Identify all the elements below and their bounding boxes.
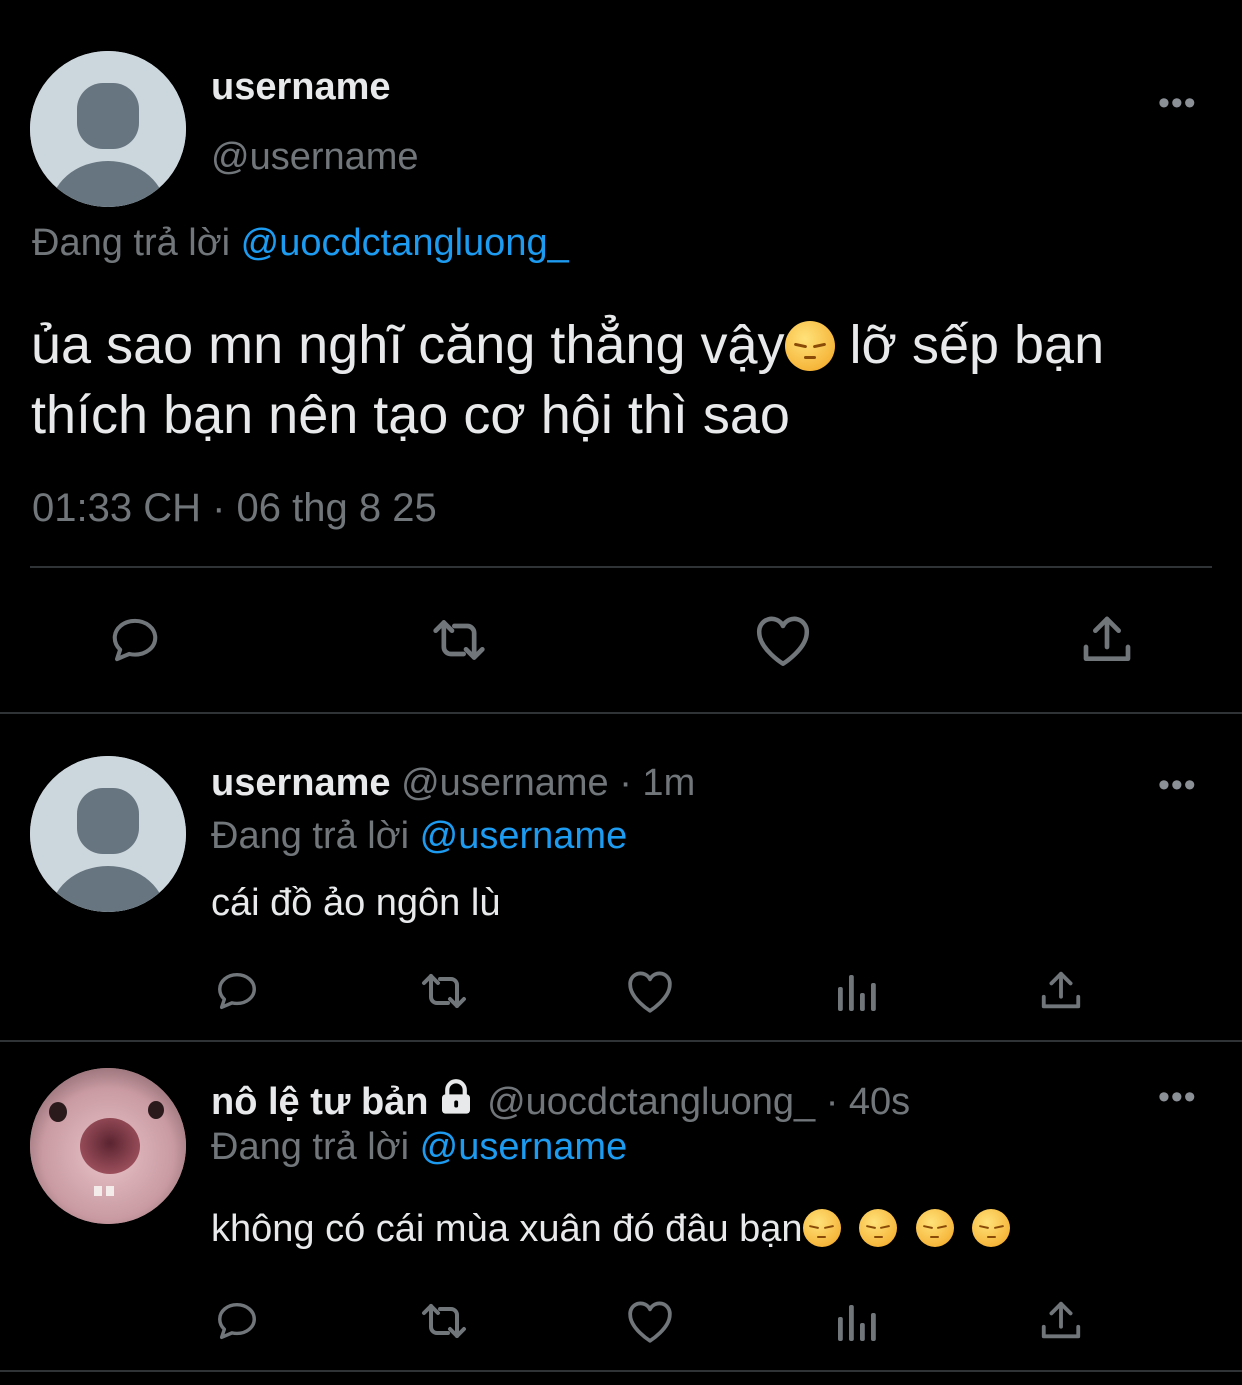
handle-time[interactable]: @uocdctangluong_ · 40s	[487, 1081, 910, 1123]
reply-icon[interactable]	[210, 964, 264, 1018]
tweet-text-line1: ủa sao mn nghĩ căng thẳng vậy lỡ sếp bạn	[31, 310, 1104, 380]
more-options-icon[interactable]: •••	[1158, 768, 1197, 802]
tweet-text-line2: thích bạn nên tạo cơ hội thì sao	[31, 385, 790, 445]
reply-context: Đang trả lời @username	[211, 1126, 627, 1169]
retweet-icon[interactable]	[423, 608, 495, 672]
reply-text-content: không có cái mùa xuân đó đâu bạn	[211, 1208, 803, 1250]
pensive-emoji-icon	[859, 1209, 898, 1247]
default-avatar-icon	[30, 51, 186, 207]
tweet-text: ủa sao mn nghĩ căng thẳng vậy lỡ sếp bạn…	[31, 310, 1104, 450]
reply-text: cái đồ ảo ngôn lù	[211, 882, 501, 924]
reply-context: Đang trả lời @username	[211, 815, 627, 858]
reply-prefix: Đang trả lời	[32, 222, 231, 264]
pensive-emoji-icon	[915, 1209, 954, 1247]
pensive-emoji-icon	[972, 1209, 1011, 1247]
display-name[interactable]: username	[211, 66, 391, 109]
divider	[0, 712, 1242, 714]
reply-prefix: Đang trả lời	[211, 815, 410, 857]
avatar[interactable]	[30, 1068, 186, 1224]
retweet-icon[interactable]	[414, 1294, 474, 1348]
pensive-emoji-icon	[802, 1209, 841, 1247]
avatar[interactable]	[30, 51, 186, 207]
share-icon[interactable]	[1034, 1294, 1088, 1348]
timestamp[interactable]: 01:33 CH · 06 thg 8 25	[32, 486, 437, 531]
handle-time[interactable]: @username · 1m	[401, 762, 695, 804]
divider	[30, 566, 1212, 568]
reply-icon[interactable]	[100, 608, 170, 672]
reply-header: nô lệ tư bản @uocdctangluong_ · 40s	[211, 1076, 910, 1128]
views-icon[interactable]	[830, 964, 882, 1018]
more-options-icon[interactable]: •••	[1158, 1080, 1197, 1114]
share-icon[interactable]	[1034, 964, 1088, 1018]
retweet-icon[interactable]	[414, 964, 474, 1018]
display-name[interactable]: username	[211, 762, 391, 804]
views-icon[interactable]	[830, 1294, 882, 1348]
dog-photo-avatar-icon	[30, 1068, 186, 1224]
reply-to-link[interactable]: @username	[420, 815, 628, 857]
reply-to-link[interactable]: @uocdctangluong_	[241, 222, 569, 264]
heart-icon[interactable]	[622, 964, 678, 1018]
avatar[interactable]	[30, 756, 186, 912]
divider	[0, 1370, 1242, 1372]
share-icon[interactable]	[1074, 608, 1140, 672]
default-avatar-icon	[30, 756, 186, 912]
display-name[interactable]: nô lệ tư bản	[211, 1081, 429, 1123]
reply-icon[interactable]	[210, 1294, 264, 1348]
reply-text: không có cái mùa xuân đó đâu bạn	[211, 1208, 1011, 1251]
reply-context: Đang trả lời @uocdctangluong_	[32, 222, 569, 265]
tweet-text-part1: ủa sao mn nghĩ căng thẳng vậy	[31, 315, 785, 375]
heart-icon[interactable]	[622, 1294, 678, 1348]
heart-icon[interactable]	[750, 608, 816, 672]
handle[interactable]: @username	[211, 136, 419, 179]
reply-to-link[interactable]: @username	[420, 1126, 628, 1168]
divider	[0, 1040, 1242, 1042]
tweet-text-part2: lỡ sếp bạn	[834, 315, 1105, 375]
lock-icon	[435, 1076, 477, 1128]
pensive-emoji-icon	[784, 321, 835, 371]
reply-prefix: Đang trả lời	[211, 1126, 410, 1168]
more-options-icon[interactable]: •••	[1158, 86, 1197, 120]
reply-header: username @username · 1m	[211, 762, 695, 805]
